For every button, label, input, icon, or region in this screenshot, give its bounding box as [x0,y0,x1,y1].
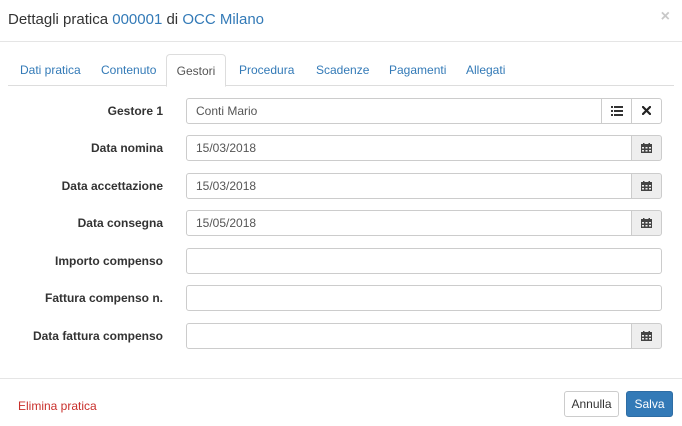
modal-footer: Elimina pratica Annulla Salva [0,378,682,426]
modal-title: Dettagli pratica 000001 di OCC Milano [8,11,264,28]
data-consegna-calendar-button[interactable] [631,210,662,236]
list-icon [610,106,623,116]
data-nomina-field[interactable]: 15/03/2018 [186,135,632,161]
modal-header: Dettagli pratica 000001 di OCC Milano × [0,0,682,42]
data-nomina-calendar-button[interactable] [631,135,662,161]
gestore-label: Gestore 1 [107,104,163,118]
tab-scadenze[interactable]: Scadenze [316,54,369,86]
tab-pagamenti[interactable]: Pagamenti [389,54,446,86]
save-button[interactable]: Salva [626,391,673,417]
times-icon [641,104,652,118]
data-accettazione-field[interactable]: 15/03/2018 [186,173,632,199]
fattura-compenso-label: Fattura compenso n. [44,291,163,305]
data-accettazione-label: Data accettazione [61,179,163,193]
tab-gestori[interactable]: Gestori [166,54,226,87]
calendar-icon [641,143,652,153]
calendar-icon [641,218,652,228]
data-fattura-compenso-label: Data fattura compenso [32,329,163,343]
data-fattura-compenso-calendar-button[interactable] [631,323,662,349]
occ-name: OCC Milano [182,11,265,28]
pratica-number: 000001 [112,11,163,28]
close-icon[interactable]: × [661,9,670,25]
data-consegna-field[interactable]: 15/05/2018 [186,210,632,236]
title-mid: di [166,11,179,28]
fattura-compenso-field[interactable] [186,285,662,311]
cancel-button[interactable]: Annulla [564,391,619,417]
gestore-field[interactable]: Conti Mario [186,98,602,124]
gestore-list-button[interactable] [601,98,632,124]
data-fattura-compenso-field[interactable] [186,323,632,349]
importo-compenso-label: Importo compenso [54,254,163,268]
delete-pratica-link[interactable]: Elimina pratica [18,399,97,413]
data-accettazione-calendar-button[interactable] [631,173,662,199]
title-prefix: Dettagli pratica [8,11,109,28]
tab-allegati[interactable]: Allegati [466,54,505,86]
tab-procedura[interactable]: Procedura [239,54,294,86]
gestore-remove-button[interactable] [631,98,662,124]
tab-contenuto[interactable]: Contenuto [101,54,156,86]
calendar-icon [641,331,652,341]
calendar-icon [641,181,652,191]
data-consegna-label: Data consegna [77,216,163,230]
data-nomina-label: Data nomina [90,141,163,155]
tab-bar: Dati pratica Contenuto Gestori Procedura… [8,54,674,87]
importo-compenso-field[interactable] [186,248,662,274]
tab-dati-pratica[interactable]: Dati pratica [20,54,81,86]
